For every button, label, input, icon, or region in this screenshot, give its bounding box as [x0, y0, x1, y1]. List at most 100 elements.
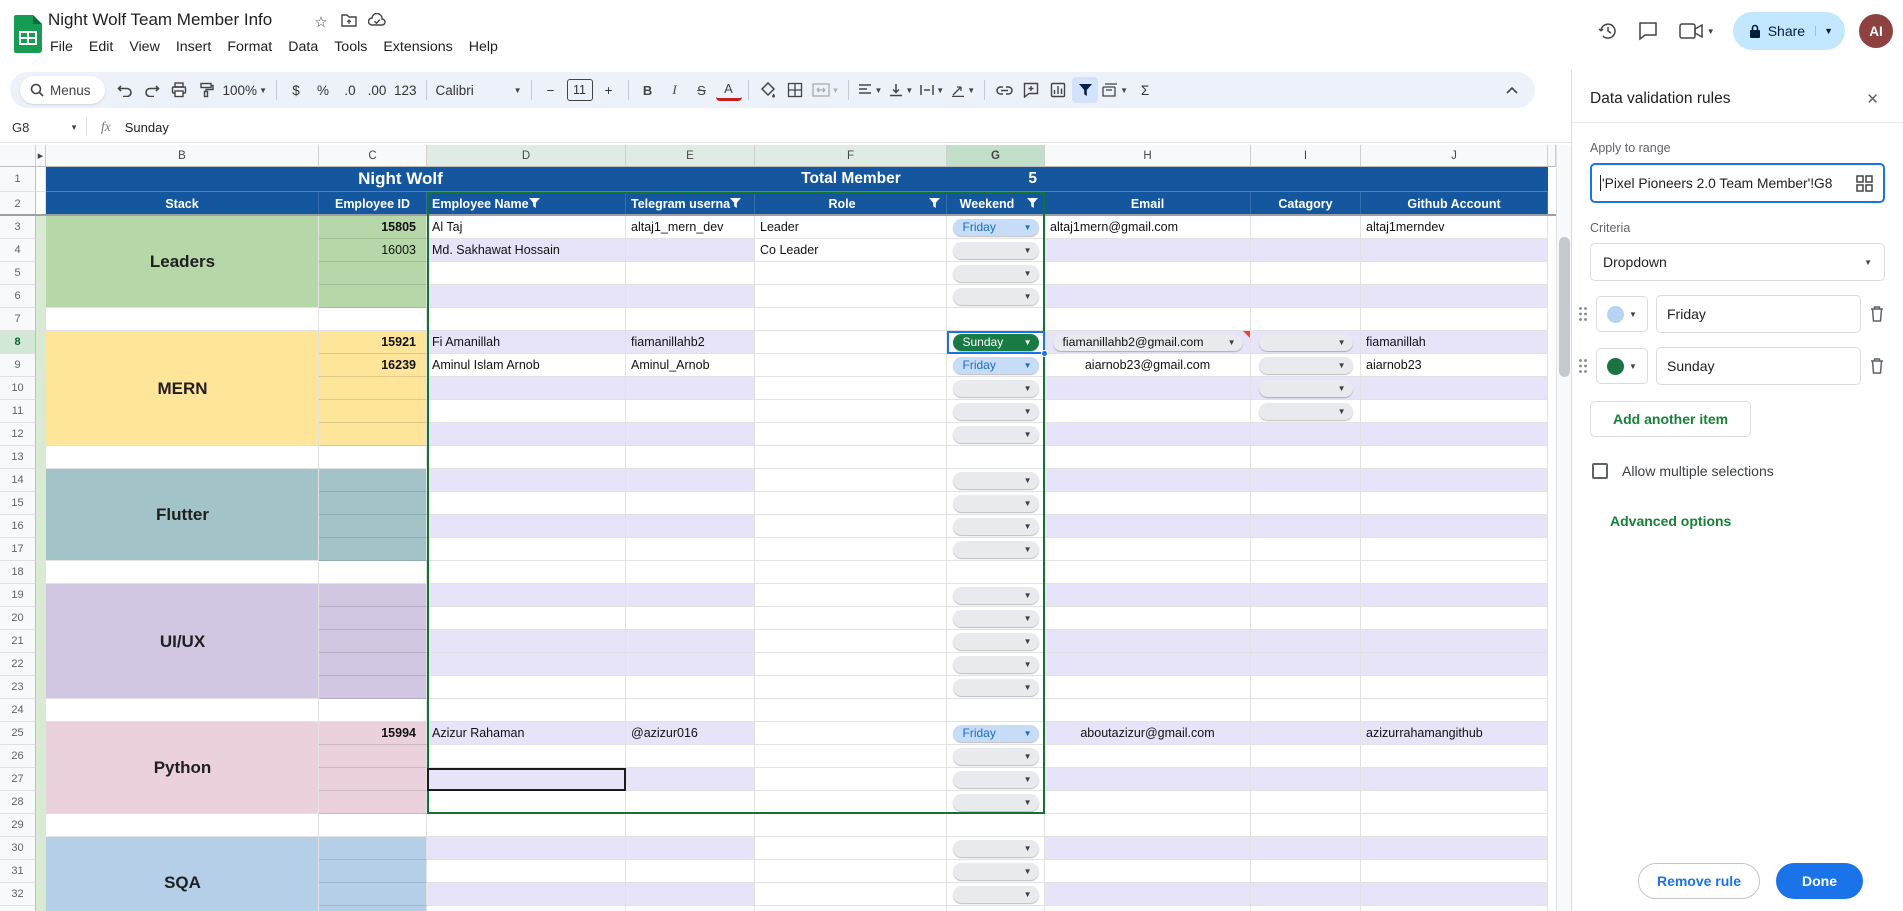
cell-D16[interactable]	[427, 515, 626, 538]
category-dropdown-chip[interactable]: ▼	[1259, 357, 1353, 374]
bold-button[interactable]: B	[635, 77, 661, 103]
cell-D13[interactable]	[427, 446, 626, 469]
cell-I10[interactable]: ▼	[1251, 377, 1361, 400]
cell-E7[interactable]	[626, 308, 755, 331]
cell-J24[interactable]	[1361, 699, 1548, 722]
cell-A11[interactable]	[36, 400, 46, 423]
cell-I16[interactable]	[1251, 515, 1361, 538]
cell-A22[interactable]	[36, 653, 46, 676]
cell-I14[interactable]	[1251, 469, 1361, 492]
menu-format[interactable]: Format	[219, 36, 280, 58]
weekend-dropdown-chip[interactable]: ▼	[953, 472, 1039, 489]
weekend-dropdown-chip[interactable]: ▼	[953, 633, 1039, 650]
cell-E11[interactable]	[626, 400, 755, 423]
row-header-15[interactable]: 15	[0, 492, 36, 515]
table-header-role[interactable]: Role	[755, 192, 947, 216]
cell-C13[interactable]	[319, 446, 427, 469]
row-header-20[interactable]: 20	[0, 607, 36, 630]
cell-F6[interactable]	[755, 285, 947, 308]
cell-A32[interactable]	[36, 883, 46, 906]
cell-H21[interactable]	[1045, 630, 1251, 653]
cell-G14[interactable]: ▼	[947, 469, 1045, 492]
column-header-J[interactable]: J	[1361, 145, 1548, 167]
weekend-dropdown-chip[interactable]: ▼	[953, 495, 1039, 512]
cell-E3[interactable]: altaj1_mern_dev	[626, 216, 755, 239]
cell-J14[interactable]	[1361, 469, 1548, 492]
cell-J23[interactable]	[1361, 676, 1548, 699]
cell-D7[interactable]	[427, 308, 626, 331]
functions-button[interactable]: Σ	[1132, 77, 1158, 103]
cell-E16[interactable]	[626, 515, 755, 538]
row-header-28[interactable]: 28	[0, 791, 36, 814]
cell-G24[interactable]	[947, 699, 1045, 722]
cell-G32[interactable]: ▼	[947, 883, 1045, 906]
cell-H30[interactable]	[1045, 837, 1251, 860]
cell-H19[interactable]	[1045, 584, 1251, 607]
advanced-options-link[interactable]: Advanced options	[1610, 513, 1903, 529]
cell-E10[interactable]	[626, 377, 755, 400]
cell-I33[interactable]	[1251, 906, 1361, 911]
row-header-5[interactable]: 5	[0, 262, 36, 285]
cell-C16[interactable]	[319, 515, 427, 538]
column-header-G[interactable]: G	[947, 145, 1045, 167]
cell-C11[interactable]	[319, 400, 427, 423]
cell-G28[interactable]: ▼	[947, 791, 1045, 814]
cell-F13[interactable]	[755, 446, 947, 469]
cell-H22[interactable]	[1045, 653, 1251, 676]
cell-C20[interactable]	[319, 607, 427, 630]
row-header-16[interactable]: 16	[0, 515, 36, 538]
cell-H18[interactable]	[1045, 561, 1251, 584]
cell-G3[interactable]: Friday▼	[947, 216, 1045, 239]
doc-title[interactable]: Night Wolf Team Member Info	[48, 10, 272, 30]
decrease-decimal-button[interactable]: .0	[337, 77, 363, 103]
cell-B31[interactable]	[46, 860, 319, 883]
cell-F14[interactable]	[755, 469, 947, 492]
cell-I22[interactable]	[1251, 653, 1361, 676]
menu-help[interactable]: Help	[461, 36, 506, 58]
cell-I8[interactable]: ▼	[1251, 331, 1361, 354]
cell-E21[interactable]	[626, 630, 755, 653]
cell-F24[interactable]	[755, 699, 947, 722]
cell-G12[interactable]: ▼	[947, 423, 1045, 446]
cell-F26[interactable]	[755, 745, 947, 768]
filter-views-icon[interactable]: ▼	[1099, 77, 1131, 103]
fill-color-icon[interactable]	[755, 77, 781, 103]
move-folder-icon[interactable]	[340, 13, 358, 31]
scrollbar-thumb[interactable]	[1559, 237, 1570, 377]
cell-C8[interactable]: 15921	[319, 331, 427, 354]
corner-box[interactable]	[0, 145, 36, 167]
menu-edit[interactable]: Edit	[81, 36, 121, 58]
weekend-dropdown-chip[interactable]: ▼	[953, 518, 1039, 535]
text-color-button[interactable]: A	[716, 79, 742, 101]
column-header-B[interactable]: B	[46, 145, 319, 167]
column-header-H[interactable]: H	[1045, 145, 1251, 167]
cell-D30[interactable]	[427, 837, 626, 860]
cell-A20[interactable]	[36, 607, 46, 630]
cell-J11[interactable]	[1361, 400, 1548, 423]
vertical-scrollbar[interactable]	[1556, 145, 1571, 911]
row-header-4[interactable]: 4	[0, 239, 36, 262]
cell-D26[interactable]	[427, 745, 626, 768]
row-header-7[interactable]: 7	[0, 308, 36, 331]
table-header-catagory[interactable]: Catagory	[1251, 192, 1361, 216]
cell-G19[interactable]: ▼	[947, 584, 1045, 607]
text-rotation-icon[interactable]: ▼	[948, 77, 978, 103]
cell-J26[interactable]	[1361, 745, 1548, 768]
cell-B25[interactable]	[46, 722, 319, 745]
cell-E15[interactable]	[626, 492, 755, 515]
cell-I12[interactable]	[1251, 423, 1361, 446]
column-header-C[interactable]: C	[319, 145, 427, 167]
row-header-2[interactable]: 2	[0, 192, 36, 216]
cell-F27[interactable]	[755, 768, 947, 791]
cell-I11[interactable]: ▼	[1251, 400, 1361, 423]
cell-F23[interactable]	[755, 676, 947, 699]
cell-I27[interactable]	[1251, 768, 1361, 791]
cell-H8[interactable]: fiamanillahb2@gmail.com▼	[1045, 331, 1251, 354]
cell-C6[interactable]	[319, 285, 427, 308]
cell-J21[interactable]	[1361, 630, 1548, 653]
cell-C12[interactable]	[319, 423, 427, 446]
table-header-email[interactable]: Email	[1045, 192, 1251, 216]
cell-B26[interactable]	[46, 745, 319, 768]
cell-G13[interactable]	[947, 446, 1045, 469]
cell-C21[interactable]	[319, 630, 427, 653]
